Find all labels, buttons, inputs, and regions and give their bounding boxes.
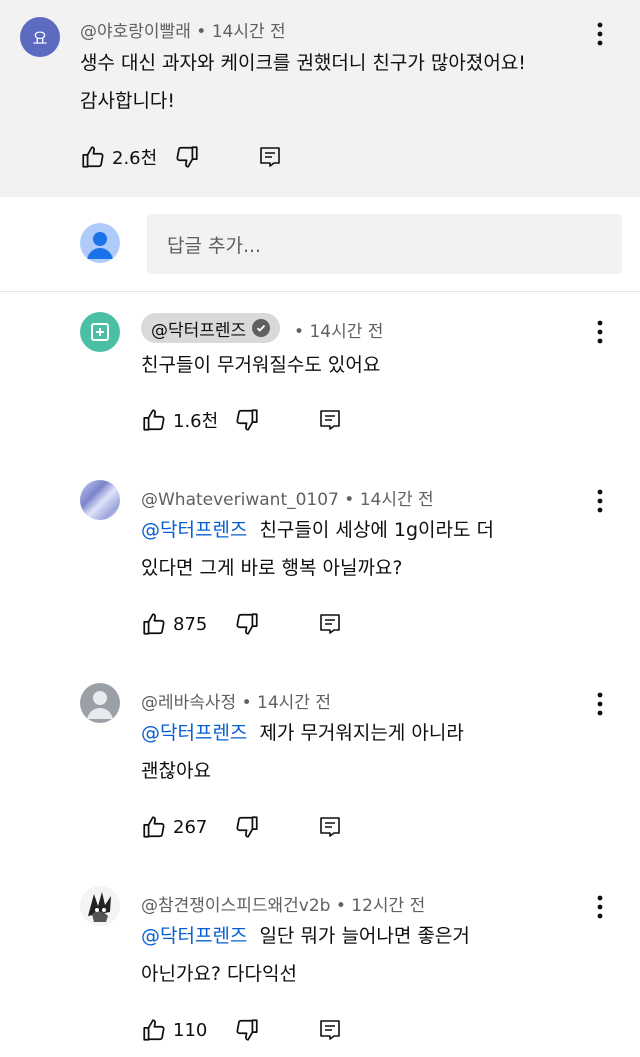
- like-count: 1.6천: [173, 411, 219, 432]
- reply-icon[interactable]: [318, 407, 342, 433]
- comment-time: 14시간 전: [309, 322, 384, 342]
- author-name[interactable]: @참견쟁이스피드왜건v2b: [141, 896, 330, 916]
- thumbs-up-icon: [141, 1017, 167, 1043]
- reply-icon[interactable]: [258, 144, 282, 170]
- thumbs-up-icon: [141, 407, 167, 433]
- meta-separator: •: [294, 322, 305, 342]
- parent-comment: 요 @야호랑이빨래 • 14시간 전 생수 대신 과자와 케이크를 권했더니 친…: [0, 0, 640, 197]
- thumbs-down-icon[interactable]: [234, 1017, 260, 1043]
- comment-text-line: 아닌가요? 다다익선: [141, 963, 297, 985]
- avatar[interactable]: [80, 886, 120, 926]
- thumbs-up-icon: [141, 611, 167, 637]
- comment-meta: @야호랑이빨래 • 14시간 전: [80, 17, 286, 42]
- meta-separator: •: [335, 896, 346, 916]
- like-count: 267: [173, 816, 208, 838]
- comment-text: @닥터프렌즈 일단 뭐가 늘어나면 좋은거 아닌가요? 다다익선: [141, 917, 601, 993]
- user-avatar: [80, 223, 120, 263]
- avatar[interactable]: [80, 312, 120, 352]
- mention-link[interactable]: @닥터프렌즈: [141, 519, 247, 541]
- manga-avatar-icon: [88, 892, 111, 922]
- comment-text-part: 친구들이 세상에 1g이라도 더: [259, 519, 495, 541]
- mention-link[interactable]: @닥터프렌즈: [141, 722, 247, 744]
- like-button[interactable]: 110: [141, 1017, 207, 1043]
- comment-text-line: @닥터프렌즈 친구들이 세상에 1g이라도 더: [141, 511, 601, 549]
- like-button[interactable]: 1.6천: [141, 407, 218, 433]
- avatar[interactable]: 요: [20, 17, 60, 57]
- comment-text-line: @닥터프렌즈 일단 뭐가 늘어나면 좋은거: [141, 917, 601, 955]
- comment-meta: @레바속사정 • 14시간 전: [141, 688, 331, 713]
- comment-text: @닥터프렌즈 친구들이 세상에 1g이라도 더 있다면 그게 바로 행복 아닐까…: [141, 511, 601, 587]
- like-count: 110: [173, 1019, 208, 1041]
- comment-time: 14시간 전: [257, 693, 332, 713]
- author-name[interactable]: @야호랑이빨래: [80, 22, 191, 42]
- comment-text-line: 친구들이 무거워질수도 있어요: [141, 354, 381, 376]
- comment-text-part: 제가 무거워지는게 아니라: [259, 722, 464, 744]
- thumbs-down-icon[interactable]: [174, 144, 200, 170]
- thumbs-down-icon[interactable]: [234, 407, 260, 433]
- mention-link[interactable]: @닥터프렌즈: [141, 925, 247, 947]
- thumbs-up-icon: [80, 144, 106, 170]
- like-button[interactable]: 2.6천: [80, 144, 157, 170]
- thumbs-down-icon[interactable]: [234, 611, 260, 637]
- comment-time: 12시간 전: [351, 896, 426, 916]
- reply-icon[interactable]: [318, 611, 342, 637]
- reply-icon[interactable]: [318, 814, 342, 840]
- comment-time: 14시간 전: [359, 490, 434, 510]
- reply-input[interactable]: 답글 추가...: [147, 214, 622, 274]
- comment-meta: @Whateveriwant_0107 • 14시간 전: [141, 485, 434, 510]
- comment-text: @닥터프렌즈 제가 무거워지는게 아니라 괜찮아요: [141, 714, 601, 790]
- comment-text: 생수 대신 과자와 케이크를 권했더니 친구가 많아졌어요! 감사합니다!: [80, 44, 625, 120]
- reply-placeholder: 답글 추가...: [167, 235, 262, 257]
- comment-text-line: 있다면 그게 바로 행복 아닐까요?: [141, 557, 403, 579]
- comment-text-line: 감사합니다!: [80, 90, 176, 112]
- author-name[interactable]: @Whateveriwant_0107: [141, 490, 339, 510]
- user-silhouette-icon: [87, 232, 113, 259]
- divider: [0, 291, 640, 292]
- author-name[interactable]: @레바속사정: [141, 693, 236, 713]
- meta-separator: •: [241, 693, 252, 713]
- comment-meta: • 14시간 전: [294, 317, 383, 342]
- meta-separator: •: [196, 22, 207, 42]
- thumbs-down-icon[interactable]: [234, 814, 260, 840]
- like-button[interactable]: 267: [141, 814, 207, 840]
- more-options-icon[interactable]: [588, 318, 612, 346]
- default-avatar-icon: [87, 691, 113, 719]
- comment-text-line: 생수 대신 과자와 케이크를 권했더니 친구가 많아졌어요!: [80, 52, 526, 74]
- like-button[interactable]: 875: [141, 611, 207, 637]
- channel-badge[interactable]: @닥터프렌즈: [141, 313, 281, 343]
- comment-text-line: 괜찮아요: [141, 760, 211, 782]
- avatar-letter: 요: [32, 29, 48, 48]
- meta-separator: •: [344, 490, 355, 510]
- comment-time: 14시간 전: [211, 22, 286, 42]
- comment-text-line: @닥터프렌즈 제가 무거워지는게 아니라: [141, 714, 601, 752]
- verified-icon: [252, 319, 271, 337]
- avatar[interactable]: [80, 480, 120, 520]
- plus-square-icon: [91, 323, 109, 341]
- comment-text: 친구들이 무거워질수도 있어요: [141, 346, 601, 384]
- reply-icon[interactable]: [318, 1017, 342, 1043]
- like-count: 875: [173, 613, 208, 635]
- comment-text-part: 일단 뭐가 늘어나면 좋은거: [259, 925, 470, 947]
- thumbs-up-icon: [141, 814, 167, 840]
- like-count: 2.6천: [112, 148, 158, 169]
- author-name: @닥터프렌즈: [151, 320, 247, 341]
- comment-meta: @참견쟁이스피드왜건v2b • 12시간 전: [141, 891, 425, 916]
- avatar[interactable]: [80, 683, 120, 723]
